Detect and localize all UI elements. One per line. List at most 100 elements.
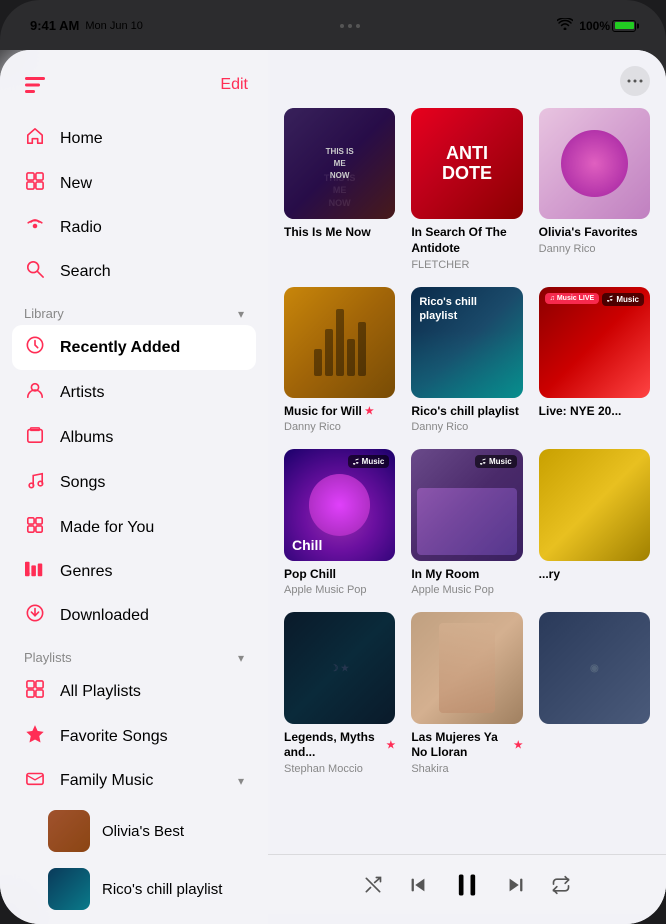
main-content: Edit Home — [0, 50, 666, 924]
sidebar-icon-button[interactable] — [20, 70, 50, 100]
nav-item-genres[interactable]: Genres — [12, 550, 256, 593]
status-dot-2 — [348, 24, 352, 28]
ricos-chill-label: Rico's chill playlist — [102, 881, 222, 898]
pop-chill-thumb: Music Chill — [284, 449, 395, 560]
grid-item-ricos-chill[interactable]: Rico's chillplaylist Rico's chill playli… — [411, 287, 522, 434]
antidote-thumb: ANTIDOTE — [411, 108, 522, 219]
nav-item-made-for-you[interactable]: Made for You — [12, 505, 256, 550]
nav-item-albums[interactable]: Albums — [12, 415, 256, 460]
family-music-chevron-icon: ▾ — [238, 774, 244, 788]
playlists-nav-section: All Playlists Favorite Songs — [0, 669, 268, 924]
nav-item-all-playlists[interactable]: All Playlists — [12, 669, 256, 714]
playlists-title: Playlists — [24, 650, 72, 665]
ricos-chill-thumb — [48, 868, 90, 910]
nav-item-home[interactable]: Home — [12, 116, 256, 161]
jennifer-thumb: THIS ISMENOW THIS ISMENOW — [284, 108, 395, 219]
shakira-title: Las Mujeres Ya No Lloran ★ — [411, 730, 522, 761]
favorite-songs-label: Favorite Songs — [60, 728, 168, 746]
status-date: Mon Jun 10 — [85, 20, 142, 32]
genres-icon — [24, 561, 46, 582]
playlist-item-ricos-chill[interactable]: Rico's chill playlist — [36, 860, 244, 918]
status-right: 100% — [557, 18, 636, 33]
favorite-songs-icon — [24, 725, 46, 748]
antidote-subtitle: FLETCHER — [411, 259, 522, 271]
status-center — [340, 24, 360, 28]
nav-item-family-music[interactable]: Family Music ▾ — [12, 759, 256, 802]
grid-item-olivia-fav[interactable]: Olivia's Favorites Danny Rico — [539, 108, 650, 271]
library-title: Library — [24, 306, 64, 321]
grid-item-shakira[interactable]: Las Mujeres Ya No Lloran ★ Shakira — [411, 612, 522, 775]
repeat-button[interactable] — [551, 875, 571, 895]
songs-icon — [24, 471, 46, 494]
library-nav-section: Recently Added Artists — [0, 325, 268, 638]
battery-percent: 100% — [579, 19, 610, 33]
in-my-room-subtitle: Apple Music Pop — [411, 584, 522, 596]
apple-music-badge-nye: Music — [602, 293, 644, 306]
home-icon — [24, 127, 46, 150]
shakira-thumb — [411, 612, 522, 723]
apple-music-badge-pop: Music — [348, 455, 390, 468]
jennifer-title: This Is Me Now — [284, 225, 395, 241]
songs-label: Songs — [60, 474, 105, 492]
grid-item-nye[interactable]: ♫ Music LIVE Music Live: NYE 20... — [539, 287, 650, 434]
grid-item-jennifer[interactable]: THIS ISMENOW THIS ISMENOW This Is Me Now — [284, 108, 395, 271]
status-dot-1 — [340, 24, 344, 28]
nav-home-label: Home — [60, 130, 103, 148]
mini-player — [268, 854, 666, 914]
grid-item-legends[interactable]: ☽ ★ Legends, Myths and... ★ Stephan Mocc… — [284, 612, 395, 775]
ricos-chill-grid-title: Rico's chill playlist — [411, 404, 522, 420]
downloaded-icon — [24, 604, 46, 627]
all-playlists-icon — [24, 680, 46, 703]
albums-label: Albums — [60, 429, 113, 447]
nav-item-new[interactable]: New — [12, 161, 256, 206]
olivia-fav-thumb — [539, 108, 650, 219]
family-music-label: Family Music — [60, 772, 153, 790]
nav-item-radio[interactable]: Radio — [12, 206, 256, 249]
legends-thumb: ☽ ★ — [284, 612, 395, 723]
nye-title: Live: NYE 20... — [539, 404, 650, 420]
family-music-icon — [24, 770, 46, 791]
yellow-thumb — [539, 449, 650, 560]
grid-item-antidote[interactable]: ANTIDOTE In Search Of The Antidote FLETC… — [411, 108, 522, 271]
nav-item-downloaded[interactable]: Downloaded — [12, 593, 256, 638]
made-for-you-label: Made for You — [60, 519, 154, 537]
nav-search-label: Search — [60, 263, 111, 281]
grid-item-yellow[interactable]: ...ry — [539, 449, 650, 596]
nav-item-recently-added[interactable]: Recently Added — [12, 325, 256, 370]
battery-bar — [612, 20, 636, 32]
ricos-chill-grid-thumb: Rico's chillplaylist — [411, 287, 522, 398]
grid-area: THIS ISMENOW THIS ISMENOW This Is Me Now — [268, 50, 666, 924]
nav-item-favorite-songs[interactable]: Favorite Songs — [12, 714, 256, 759]
nav-radio-label: Radio — [60, 219, 102, 237]
playlist-item-olivias-best[interactable]: Olivia's Best — [36, 802, 244, 860]
grid-item-music-will[interactable]: Music for Will ★ Danny Rico — [284, 287, 395, 434]
all-playlists-label: All Playlists — [60, 683, 141, 701]
grid-item-in-my-room[interactable]: Music In My Room Apple Music Pop — [411, 449, 522, 596]
nav-item-artists[interactable]: Artists — [12, 370, 256, 415]
nav-item-songs[interactable]: Songs — [12, 460, 256, 505]
grid-item-last[interactable]: ◉ — [539, 612, 650, 775]
olivia-fav-subtitle: Danny Rico — [539, 243, 650, 255]
nav-item-search[interactable]: Search — [12, 249, 256, 294]
music-will-title: Music for Will ★ — [284, 404, 395, 420]
grid-item-pop-chill[interactable]: Music Chill Pop Chill Apple Music Pop — [284, 449, 395, 596]
library-chevron-icon: ▾ — [238, 307, 244, 321]
pause-button[interactable] — [453, 871, 481, 899]
more-options-button[interactable] — [620, 66, 650, 96]
playlist-item-dannys-mix[interactable]: Danny's Mix — [36, 918, 244, 924]
legends-title: Legends, Myths and... ★ — [284, 730, 395, 761]
playlists-chevron-icon: ▾ — [238, 651, 244, 665]
recently-added-icon — [24, 336, 46, 359]
ricos-chill-grid-subtitle: Danny Rico — [411, 421, 522, 433]
previous-button[interactable] — [407, 874, 429, 896]
playlists-section-header: Playlists ▾ — [0, 638, 268, 669]
shuffle-button[interactable] — [363, 875, 383, 895]
recently-added-label: Recently Added — [60, 339, 180, 357]
music-live-badge: ♫ Music LIVE — [545, 293, 600, 304]
next-button[interactable] — [505, 874, 527, 896]
library-section-header: Library ▾ — [0, 294, 268, 325]
in-my-room-thumb: Music — [411, 449, 522, 560]
edit-button[interactable]: Edit — [220, 76, 248, 94]
search-icon — [24, 260, 46, 283]
made-for-you-icon — [24, 516, 46, 539]
